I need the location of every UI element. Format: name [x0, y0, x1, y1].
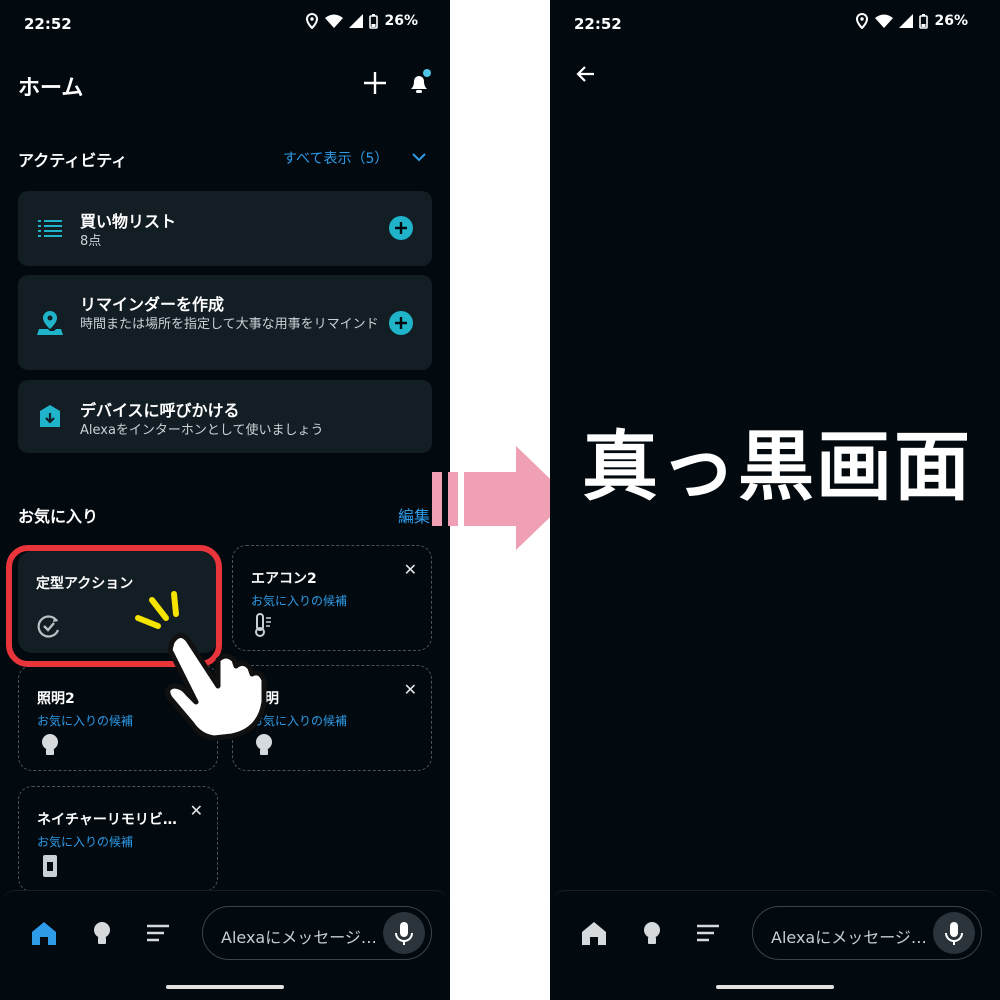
tile-subtitle: お気に入りの候補: [37, 835, 134, 849]
wifi-icon: [875, 14, 894, 28]
activity-section-title: アクティビティ: [18, 151, 128, 170]
battery-icon: [369, 13, 379, 29]
black-screen-caption: 真っ黒画面: [582, 422, 972, 511]
devices-bulb-icon[interactable]: [638, 919, 666, 947]
tile-title: 照明2: [37, 691, 75, 707]
remote-icon: [43, 855, 57, 877]
gesture-bar: [716, 985, 834, 989]
card-title: リマインダーを作成: [80, 295, 225, 314]
status-time: 22:52: [24, 15, 72, 33]
bottom-nav: Alexaにメッセージ…: [550, 890, 1000, 1000]
add-circle-icon[interactable]: [388, 215, 414, 241]
chevron-down-icon[interactable]: [410, 150, 428, 164]
show-all-link[interactable]: すべて表示（5）: [283, 148, 388, 168]
card-subtitle: Alexaをインターホンとして使いましょう: [80, 423, 324, 438]
location-status-icon: [856, 13, 869, 29]
status-bar: 22:52 26%: [550, 0, 1000, 48]
favorites-section-title: お気に入り: [18, 507, 99, 526]
home-icon[interactable]: [30, 919, 58, 947]
close-icon[interactable]: ✕: [190, 803, 203, 819]
alexa-message-input[interactable]: Alexaにメッセージ…: [202, 906, 432, 960]
battery-level: 26%: [384, 13, 418, 29]
signal-icon: [349, 14, 364, 28]
download-icon: [40, 405, 60, 427]
close-icon[interactable]: ✕: [404, 682, 417, 698]
tap-hand-icon: [135, 591, 267, 740]
message-placeholder: Alexaにメッセージ…: [771, 928, 927, 947]
status-time: 22:52: [574, 15, 622, 33]
menu-icon[interactable]: [694, 919, 722, 947]
close-icon[interactable]: ✕: [404, 562, 417, 578]
devices-bulb-icon[interactable]: [88, 919, 116, 947]
status-bar: 22:52 26%: [0, 0, 450, 48]
mic-icon: [395, 922, 413, 945]
add-circle-icon[interactable]: [388, 310, 414, 336]
card-title: デバイスに呼びかける: [80, 401, 240, 420]
mic-button[interactable]: [933, 912, 975, 954]
card-subtitle: 8点: [80, 234, 102, 249]
tile-subtitle: お気に入りの候補: [37, 714, 134, 728]
wifi-icon: [325, 14, 344, 28]
battery-icon: [919, 13, 929, 29]
card-subtitle: 時間または場所を指定して大事な用事をリマインド: [80, 317, 379, 332]
home-screen: 22:52 26% ホーム アクティビティ すべて表示（5） 買い物リスト 8点…: [0, 0, 450, 1000]
alexa-message-input[interactable]: Alexaにメッセージ…: [752, 906, 982, 960]
edit-link[interactable]: 編集: [398, 503, 430, 527]
message-placeholder: Alexaにメッセージ…: [221, 928, 377, 947]
mic-button[interactable]: [383, 912, 425, 954]
home-icon[interactable]: [580, 919, 608, 947]
back-arrow-icon[interactable]: [574, 62, 598, 86]
signal-icon: [899, 14, 914, 28]
favorite-tile-nature-remo[interactable]: ネイチャーリモリビ… お気に入りの候補 ✕: [18, 786, 218, 892]
device-call-card[interactable]: デバイスに呼びかける Alexaをインターホンとして使いましょう: [18, 380, 432, 453]
battery-level: 26%: [934, 13, 968, 29]
list-icon: [38, 220, 62, 237]
bulb-icon: [42, 734, 58, 755]
card-title: 買い物リスト: [80, 212, 177, 231]
tile-title: エアコン2: [251, 571, 317, 587]
notification-bell-icon[interactable]: [406, 68, 434, 96]
bottom-nav: Alexaにメッセージ…: [0, 890, 450, 1000]
mic-icon: [945, 922, 963, 945]
location-pin-icon: [37, 311, 63, 335]
add-icon[interactable]: [362, 70, 388, 96]
shopping-list-card[interactable]: 買い物リスト 8点: [18, 191, 432, 266]
gesture-bar: [166, 985, 284, 989]
location-status-icon: [306, 13, 319, 29]
reminder-card[interactable]: リマインダーを作成 時間または場所を指定して大事な用事をリマインド: [18, 275, 432, 370]
tile-title: ネイチャーリモリビ…: [37, 812, 177, 828]
menu-icon[interactable]: [144, 919, 172, 947]
page-title: ホーム: [18, 76, 84, 101]
